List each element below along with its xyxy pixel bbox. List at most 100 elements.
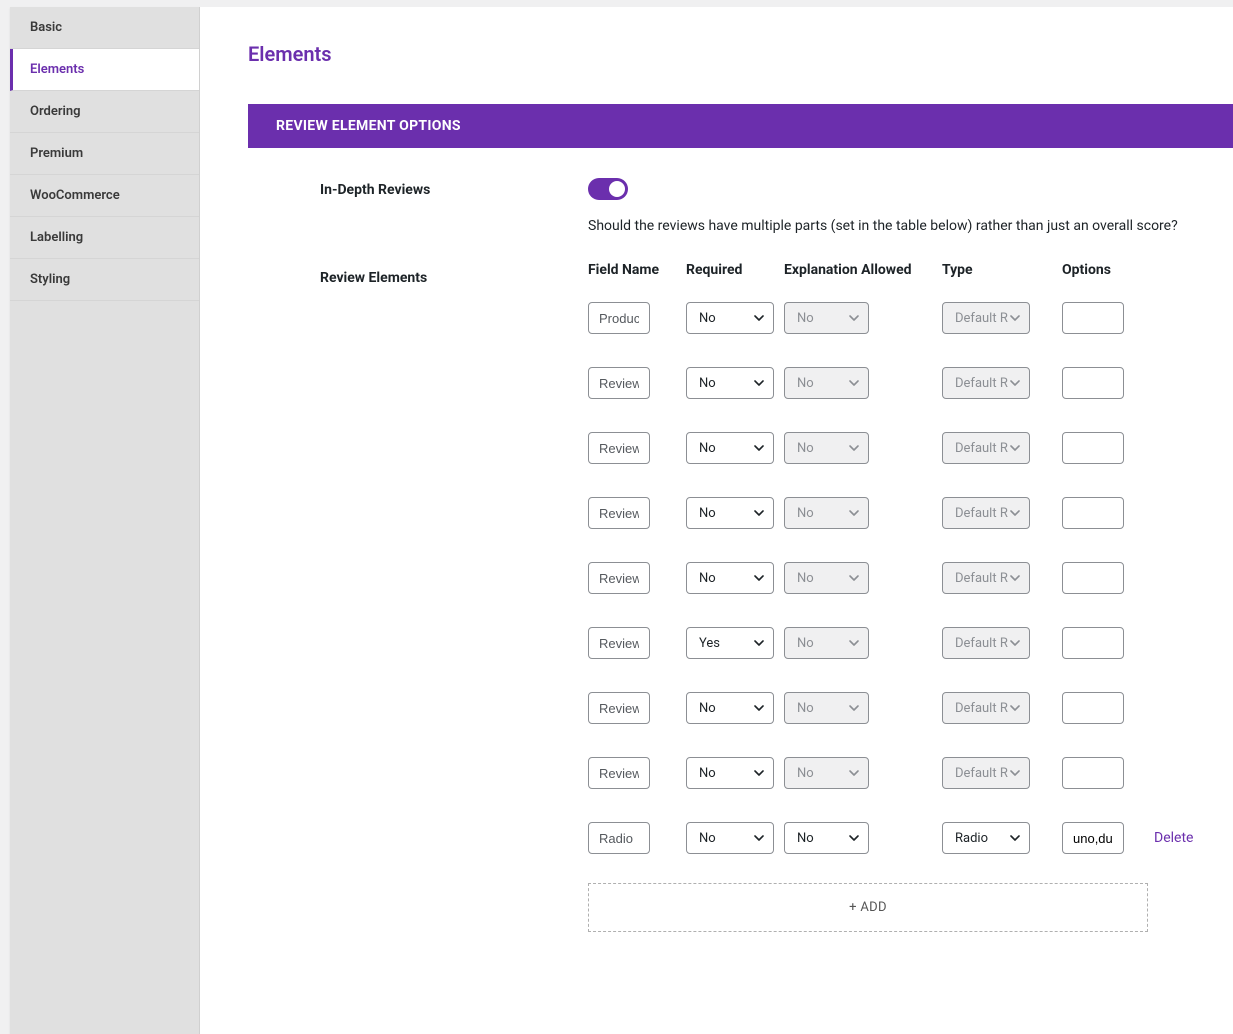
field-name-input[interactable] — [588, 367, 650, 399]
type-select: Default R — [942, 497, 1030, 529]
table-header: Field Name Required Explanation Allowed … — [588, 262, 1233, 278]
chevron-down-icon — [753, 702, 765, 714]
type-select: Default R — [942, 627, 1030, 659]
required-select[interactable]: No — [686, 497, 774, 529]
sidebar-item-basic[interactable]: Basic — [10, 7, 199, 49]
chevron-down-icon — [848, 702, 860, 714]
table-row: No No Radio Delete — [588, 822, 1233, 854]
explanation-select: No — [784, 367, 869, 399]
toggle-knob — [609, 181, 625, 197]
table-row: NoNoDefault R — [588, 367, 1233, 399]
explanation-select: No — [784, 497, 869, 529]
sidebar-item-styling[interactable]: Styling — [10, 259, 199, 301]
table-row: No No Default R — [588, 562, 1233, 594]
chevron-down-icon — [1009, 572, 1021, 584]
chevron-down-icon — [1009, 442, 1021, 454]
options-input[interactable] — [1062, 432, 1124, 464]
setting-description: Should the reviews have multiple parts (… — [588, 218, 1233, 234]
chevron-down-icon — [1009, 702, 1021, 714]
setting-label: In-Depth Reviews — [320, 178, 588, 198]
explanation-select: No — [784, 627, 869, 659]
delete-row-link[interactable]: Delete — [1142, 830, 1193, 846]
chevron-down-icon — [753, 767, 765, 779]
explanation-select: No — [784, 692, 869, 724]
options-input[interactable] — [1062, 692, 1124, 724]
chevron-down-icon — [753, 637, 765, 649]
sidebar-item-premium[interactable]: Premium — [10, 133, 199, 175]
chevron-down-icon — [1009, 767, 1021, 779]
required-select[interactable]: No — [686, 367, 774, 399]
table-row: No No Default R — [588, 692, 1233, 724]
table-row: Yes No Default R — [588, 627, 1233, 659]
table-row: NoNoDefault R — [588, 757, 1233, 789]
table-row: NoNoDefault R — [588, 302, 1233, 334]
field-name-input[interactable] — [588, 822, 650, 854]
required-select[interactable]: No — [686, 562, 774, 594]
explanation-select[interactable]: No — [784, 822, 869, 854]
chevron-down-icon — [848, 507, 860, 519]
chevron-down-icon — [848, 312, 860, 324]
type-select: Default R — [942, 302, 1030, 334]
main-content: Elements REVIEW ELEMENT OPTIONS In-Depth… — [200, 7, 1233, 1034]
add-row-button[interactable]: + ADD — [588, 883, 1148, 932]
chevron-down-icon — [753, 507, 765, 519]
options-input[interactable] — [1062, 757, 1124, 789]
field-name-input[interactable] — [588, 432, 650, 464]
chevron-down-icon — [753, 442, 765, 454]
type-select: Default R — [942, 432, 1030, 464]
options-input[interactable] — [1062, 497, 1124, 529]
col-type: Type — [942, 262, 1062, 278]
options-input[interactable] — [1062, 822, 1124, 854]
review-elements-table: Field Name Required Explanation Allowed … — [588, 262, 1233, 932]
options-input[interactable] — [1062, 367, 1124, 399]
chevron-down-icon — [848, 572, 860, 584]
field-name-input[interactable] — [588, 562, 650, 594]
required-select[interactable]: No — [686, 302, 774, 334]
chevron-down-icon — [753, 312, 765, 324]
field-name-input[interactable] — [588, 302, 650, 334]
required-select[interactable]: No — [686, 692, 774, 724]
type-select: Default R — [942, 757, 1030, 789]
chevron-down-icon — [753, 377, 765, 389]
chevron-down-icon — [848, 377, 860, 389]
chevron-down-icon — [1009, 637, 1021, 649]
settings-sidebar: BasicElementsOrderingPremiumWooCommerceL… — [10, 7, 200, 1034]
field-name-input[interactable] — [588, 497, 650, 529]
field-name-input[interactable] — [588, 757, 650, 789]
chevron-down-icon — [753, 572, 765, 584]
explanation-select: No — [784, 562, 869, 594]
chevron-down-icon — [848, 767, 860, 779]
options-input[interactable] — [1062, 302, 1124, 334]
chevron-down-icon — [1009, 507, 1021, 519]
table-row: No No Default R — [588, 432, 1233, 464]
panel-review-element-options: REVIEW ELEMENT OPTIONS In-Depth Reviews … — [248, 104, 1233, 994]
field-name-input[interactable] — [588, 692, 650, 724]
setting-label: Review Elements — [320, 266, 588, 286]
type-select: Default R — [942, 562, 1030, 594]
options-input[interactable] — [1062, 562, 1124, 594]
field-name-input[interactable] — [588, 627, 650, 659]
chevron-down-icon — [1009, 377, 1021, 389]
required-select[interactable]: Yes — [686, 627, 774, 659]
setting-in-depth-reviews: In-Depth Reviews Should the reviews have… — [320, 178, 1233, 234]
col-field-name: Field Name — [588, 262, 686, 278]
sidebar-item-woocommerce[interactable]: WooCommerce — [10, 175, 199, 217]
required-select[interactable]: No — [686, 822, 774, 854]
setting-control: Should the reviews have multiple parts (… — [588, 178, 1233, 234]
table-row: No No Default R — [588, 497, 1233, 529]
in-depth-toggle[interactable] — [588, 178, 628, 200]
chevron-down-icon — [1009, 312, 1021, 324]
sidebar-item-elements[interactable]: Elements — [10, 49, 199, 91]
required-select[interactable]: No — [686, 432, 774, 464]
chevron-down-icon — [848, 442, 860, 454]
sidebar-item-ordering[interactable]: Ordering — [10, 91, 199, 133]
chevron-down-icon — [1009, 832, 1021, 844]
options-input[interactable] — [1062, 627, 1124, 659]
chevron-down-icon — [848, 637, 860, 649]
required-select[interactable]: No — [686, 757, 774, 789]
explanation-select: No — [784, 432, 869, 464]
type-select[interactable]: Radio — [942, 822, 1030, 854]
col-explanation: Explanation Allowed — [784, 262, 942, 278]
sidebar-item-labelling[interactable]: Labelling — [10, 217, 199, 259]
type-select: Default R — [942, 692, 1030, 724]
